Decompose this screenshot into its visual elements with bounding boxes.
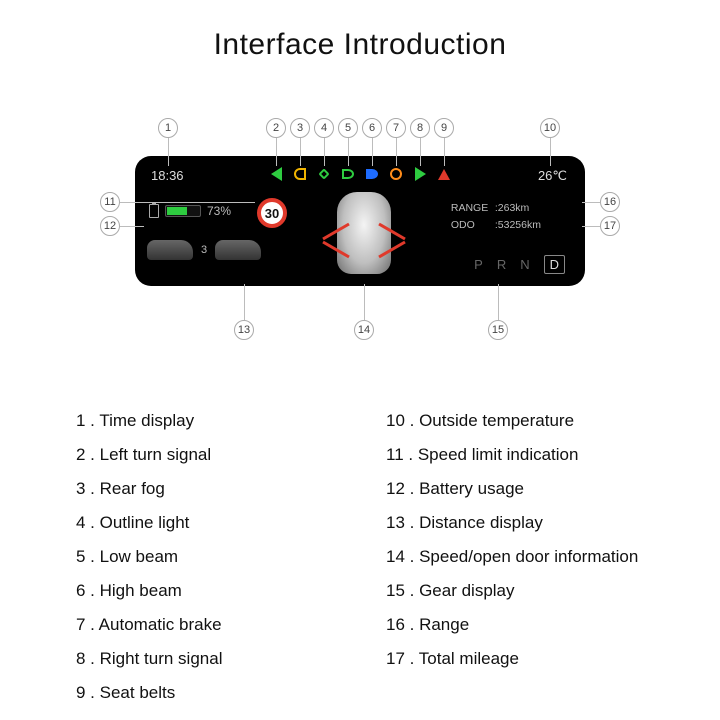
speed-limit-sign: 30 <box>257 198 287 228</box>
gear-d-active: D <box>544 255 565 274</box>
legend-item: 11 . Speed limit indication <box>386 438 656 472</box>
car-top-view <box>337 192 391 274</box>
range-value: :263km <box>495 202 529 214</box>
right-turn-icon <box>411 166 429 182</box>
lead <box>276 138 277 166</box>
lead <box>550 138 551 166</box>
lead <box>168 138 169 166</box>
car-silhouette-icon <box>147 240 193 260</box>
legend-item: 5 . Low beam <box>76 540 346 574</box>
odo-label: ODO <box>451 217 495 234</box>
callout-14: 14 <box>354 320 374 340</box>
legend-item: 6 . High beam <box>76 574 346 608</box>
gear-n: N <box>520 257 529 272</box>
battery-usage: 73% <box>149 204 231 218</box>
door-open-icon <box>378 241 405 259</box>
lead <box>348 138 349 166</box>
legend-item: 17 . Total mileage <box>386 642 656 676</box>
distance-value: 3 <box>201 244 207 256</box>
rear-fog-icon <box>291 166 309 182</box>
outside-temperature: 26℃ <box>538 168 567 184</box>
callout-8: 8 <box>410 118 430 138</box>
lead <box>244 284 245 320</box>
outline-light-icon <box>315 166 333 182</box>
legend-item: 8 . Right turn signal <box>76 642 346 676</box>
distance-display: 3 <box>147 240 261 260</box>
lead <box>324 138 325 166</box>
callout-3: 3 <box>290 118 310 138</box>
callout-2: 2 <box>266 118 286 138</box>
lead <box>300 138 301 166</box>
callout-16: 16 <box>600 192 620 212</box>
callout-9: 9 <box>434 118 454 138</box>
legend-left-column: 1 . Time display 2 . Left turn signal 3 … <box>76 404 346 710</box>
door-open-icon <box>322 241 349 259</box>
legend: 1 . Time display 2 . Left turn signal 3 … <box>76 404 656 710</box>
range-odo-block: RANGE:263km ODO:53256km <box>451 200 541 234</box>
gear-p: P <box>474 257 483 272</box>
high-beam-icon <box>363 166 381 182</box>
lead <box>120 226 144 227</box>
low-beam-icon <box>339 166 357 182</box>
lead <box>120 202 255 203</box>
lead <box>364 284 365 320</box>
lead <box>396 138 397 166</box>
lead <box>582 202 600 203</box>
callout-17: 17 <box>600 216 620 236</box>
legend-right-column: 10 . Outside temperature 11 . Speed limi… <box>386 404 656 710</box>
lead <box>372 138 373 166</box>
callout-10: 10 <box>540 118 560 138</box>
lead <box>444 138 445 166</box>
callout-7: 7 <box>386 118 406 138</box>
left-turn-icon <box>267 166 285 182</box>
gear-display: P R N D <box>474 255 565 274</box>
odo-value: :53256km <box>495 219 541 231</box>
seatbelt-icon <box>435 166 453 182</box>
legend-item: 14 . Speed/open door information <box>386 540 656 574</box>
page-title: Interface Introduction <box>0 0 720 62</box>
callout-12: 12 <box>100 216 120 236</box>
callout-15: 15 <box>488 320 508 340</box>
legend-item: 1 . Time display <box>76 404 346 438</box>
legend-item: 12 . Battery usage <box>386 472 656 506</box>
battery-icon <box>149 204 159 218</box>
callout-6: 6 <box>362 118 382 138</box>
battery-bar-icon <box>165 205 201 217</box>
legend-item: 4 . Outline light <box>76 506 346 540</box>
lead <box>420 138 421 166</box>
car-silhouette-icon <box>215 240 261 260</box>
dashboard-device: 18:36 26℃ 73% 30 3 <box>135 156 585 286</box>
indicator-row <box>267 166 453 182</box>
lead <box>498 284 499 320</box>
legend-item: 7 . Automatic brake <box>76 608 346 642</box>
callout-5: 5 <box>338 118 358 138</box>
time-display: 18:36 <box>151 168 184 183</box>
battery-percent: 73% <box>207 204 231 218</box>
legend-item: 10 . Outside temperature <box>386 404 656 438</box>
diagram-area: 1 2 3 4 5 6 7 8 9 10 11 12 16 17 13 14 1… <box>0 62 720 342</box>
legend-item: 2 . Left turn signal <box>76 438 346 472</box>
legend-item: 16 . Range <box>386 608 656 642</box>
legend-item: 15 . Gear display <box>386 574 656 608</box>
door-open-icon <box>378 223 405 241</box>
legend-item: 13 . Distance display <box>386 506 656 540</box>
legend-item: 3 . Rear fog <box>76 472 346 506</box>
door-open-icon <box>322 223 349 241</box>
legend-item: 9 . Seat belts <box>76 676 346 710</box>
gear-r: R <box>497 257 506 272</box>
range-label: RANGE <box>451 200 495 217</box>
lead <box>582 226 600 227</box>
callout-11: 11 <box>100 192 120 212</box>
auto-brake-icon <box>387 166 405 182</box>
callout-1: 1 <box>158 118 178 138</box>
callout-13: 13 <box>234 320 254 340</box>
callout-4: 4 <box>314 118 334 138</box>
